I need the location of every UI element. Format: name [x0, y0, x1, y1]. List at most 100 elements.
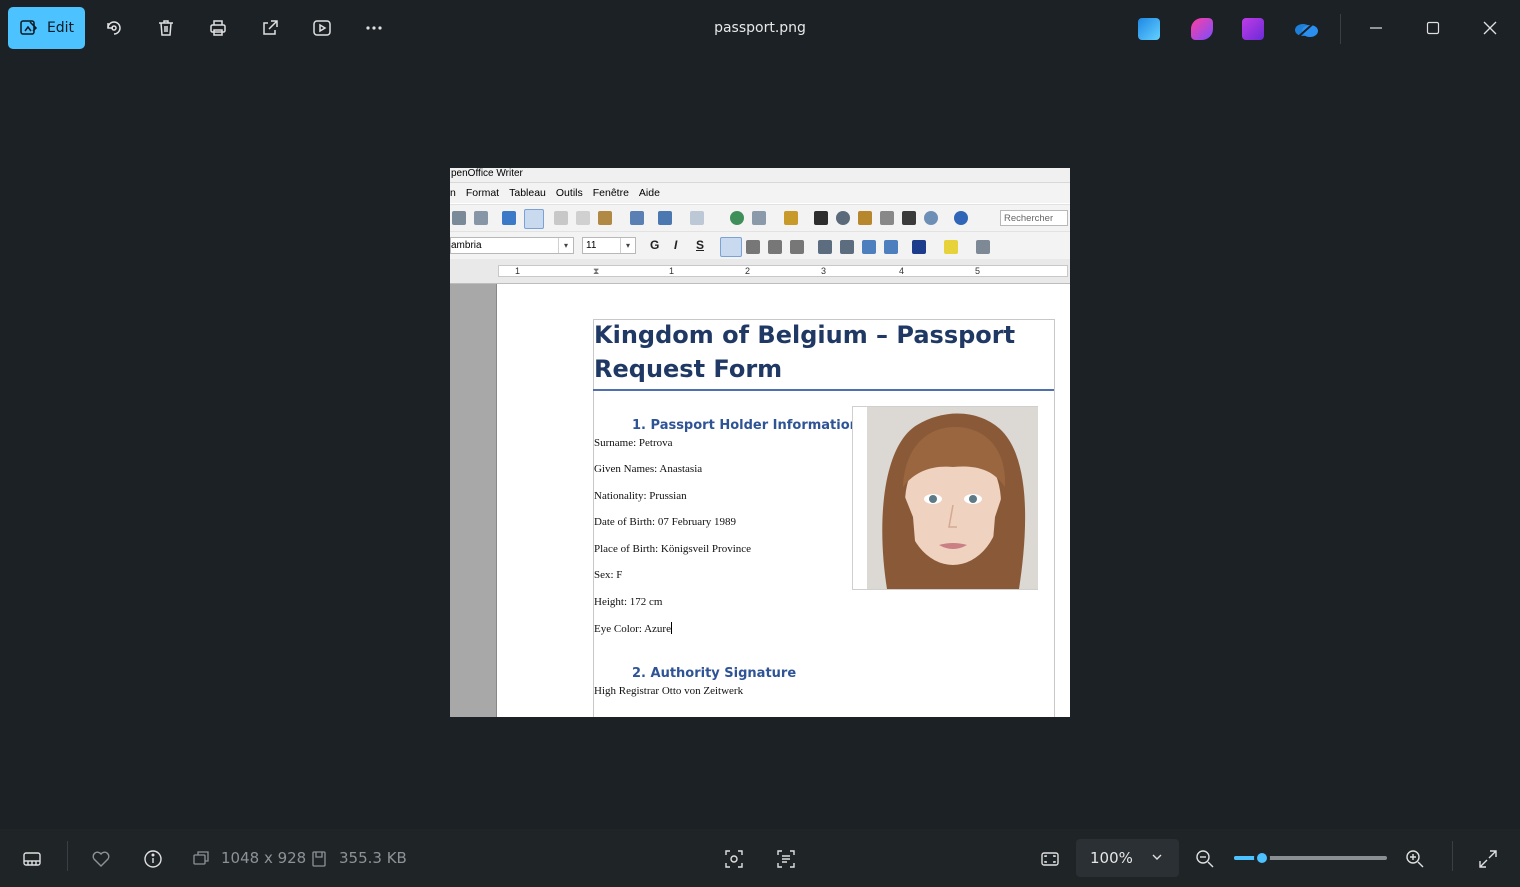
close-button[interactable]: [1478, 16, 1502, 40]
find-icon: [814, 211, 828, 225]
chevron-down-icon: ▾: [620, 238, 635, 253]
menu-item-tableau: Tableau: [509, 187, 546, 199]
underline-icon: S: [696, 238, 705, 252]
filmstrip-icon: [23, 852, 41, 866]
ruler-number: 1: [515, 266, 521, 276]
clipchamp-app-icon[interactable]: [1242, 18, 1264, 40]
text-scan-button[interactable]: [775, 848, 797, 870]
bottom-status-bar: 1048 x 928 355.3 KB 100%: [0, 829, 1520, 887]
redo-icon: [690, 211, 704, 225]
field-date-of-birth: Date of Birth: 07 February 1989: [594, 516, 737, 528]
field-nationality: Nationality: Prussian: [594, 490, 687, 502]
ruler-number: 5: [975, 266, 981, 276]
indent-marker-icon: ⧗: [593, 266, 600, 276]
field-sex: Sex: F: [594, 569, 623, 581]
background-color-icon: [976, 240, 990, 254]
align-center-icon: [746, 240, 760, 254]
toolbar-separator: [1340, 14, 1341, 44]
zoom-in-button[interactable]: [1404, 848, 1426, 870]
ruler-number: 1: [669, 266, 675, 276]
writer-ruler: 1 ⧗ 1 2 3 4 5: [450, 259, 1070, 284]
status-separator: [67, 841, 68, 871]
decrease-indent-icon: [862, 240, 876, 254]
table-icon: [752, 211, 766, 225]
window-title: passport.png: [714, 20, 806, 36]
image-dimensions: 1048 x 928: [221, 849, 307, 867]
field-place-of-birth: Place of Birth: Königsveil Province: [594, 543, 752, 555]
file-info-button[interactable]: [142, 848, 164, 870]
zoom-slider-thumb[interactable]: [1253, 850, 1270, 866]
fit-window-icon: [1041, 852, 1059, 866]
zoom-out-button[interactable]: [1194, 848, 1216, 870]
gallery-icon: [858, 211, 872, 225]
filmstrip-button[interactable]: [21, 848, 43, 870]
spellcheck-icon: [502, 211, 516, 225]
font-size-box: 11 ▾: [582, 237, 636, 254]
maximize-button[interactable]: [1421, 16, 1445, 40]
heart-icon: [92, 851, 110, 867]
italic-icon: I: [674, 238, 678, 252]
datasource-icon: [880, 211, 894, 225]
photo-frame: [852, 406, 1038, 590]
bullets-icon: [840, 240, 854, 254]
status-separator: [1452, 841, 1453, 871]
autospell-icon: [524, 209, 544, 229]
zoom-level-dropdown[interactable]: 100%: [1076, 839, 1179, 877]
font-name: ambria: [451, 240, 482, 251]
writer-menu-bar: n Format Tableau Outils Fenêtre Aide: [450, 183, 1070, 203]
designer-app-icon[interactable]: [1191, 18, 1213, 40]
info-icon: [144, 850, 162, 868]
field-given-names: Given Names: Anastasia: [594, 463, 703, 475]
preview-icon: [474, 211, 488, 225]
onedrive-icon[interactable]: [1293, 18, 1319, 40]
chevron-down-icon: ▾: [558, 238, 573, 253]
field-eye-color-text: Eye Color: Azure: [594, 623, 671, 635]
passport-photo: [867, 407, 1038, 589]
font-color-icon: [912, 240, 926, 254]
clone-format-icon: [630, 211, 644, 225]
menu-item: n: [450, 187, 456, 199]
section-heading-holder-info: 1. Passport Holder Information: [632, 418, 859, 433]
font-name-box: ambria ▾: [450, 237, 574, 254]
visual-search-button[interactable]: [723, 848, 745, 870]
writer-document-area: Kingdom of Belgium – Passport Request Fo…: [450, 284, 1070, 717]
close-icon: [1483, 21, 1497, 35]
field-eye-color: Eye Color: Azure: [594, 622, 672, 635]
text-cursor: [670, 622, 672, 634]
justify-icon: [790, 240, 804, 254]
field-signature: High Registrar Otto von Zeitwerk: [594, 685, 744, 697]
draw-icon: [784, 211, 798, 225]
minimize-button[interactable]: [1364, 16, 1388, 40]
dimensions-icon: [190, 848, 212, 870]
zoom-icon: [924, 211, 938, 225]
document-margin: [450, 284, 497, 717]
menu-item-fenetre: Fenêtre: [592, 187, 629, 199]
ruler-scale: 1 ⧗ 1 2 3 4 5: [498, 265, 1068, 277]
full-screen-button[interactable]: [1477, 848, 1499, 870]
paste-icon: [598, 211, 612, 225]
align-left-icon: [720, 237, 742, 257]
writer-title-bar: penOffice Writer: [450, 168, 1070, 183]
numbering-icon: [818, 240, 832, 254]
menu-item-outils: Outils: [555, 187, 583, 199]
field-surname: Surname: Petrova: [594, 437, 673, 449]
cut-icon: [554, 211, 568, 225]
fit-to-window-button[interactable]: [1039, 848, 1061, 870]
hyperlink-icon: [730, 211, 744, 225]
minimize-icon: [1370, 27, 1382, 29]
bold-icon: G: [650, 238, 660, 252]
favorite-button[interactable]: [90, 848, 112, 870]
highlight-icon: [944, 240, 958, 254]
writer-standard-toolbar: Rechercher: [450, 204, 1070, 231]
photo-editor-app-icon[interactable]: [1138, 18, 1160, 40]
print-icon: [452, 211, 466, 225]
menu-item-format: Format: [465, 187, 500, 199]
writer-search-field: Rechercher: [1000, 210, 1068, 226]
ruler-number: 3: [821, 266, 827, 276]
zoom-slider[interactable]: [1234, 850, 1387, 866]
section-heading-signature: 2. Authority Signature: [632, 666, 797, 681]
help-icon: [954, 211, 968, 225]
expand-icon: [1479, 850, 1497, 868]
writer-format-toolbar: ambria ▾ 11 ▾ G I S: [450, 231, 1070, 260]
text-scan-icon: [777, 850, 795, 868]
